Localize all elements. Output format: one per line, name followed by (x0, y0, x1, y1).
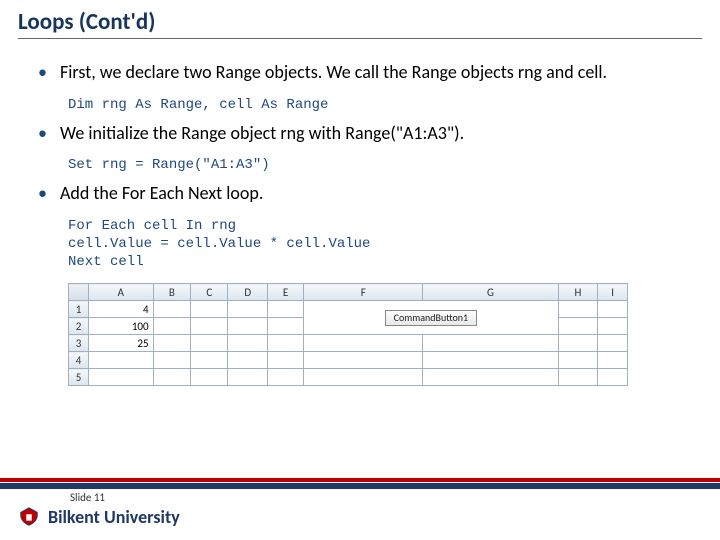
bullet-initialize: We initialize the Range object rng with … (38, 122, 692, 145)
university-name: Bilkent University (48, 506, 180, 528)
col-header: D (228, 284, 268, 301)
code-dim: Dim rng As Range, cell As Range (28, 90, 692, 122)
row-header: 1 (69, 301, 89, 318)
content-area: First, we declare two Range objects. We … (0, 43, 720, 386)
col-header: G (423, 284, 558, 301)
footer: Slide 11 Bilkent University (0, 478, 720, 540)
cell-a1: 4 (89, 301, 154, 318)
cell-a3: 25 (89, 335, 154, 352)
bullet-foreach: Add the For Each Next loop. (38, 182, 692, 205)
col-header: C (191, 284, 228, 301)
col-header: F (304, 284, 423, 301)
row-header: 3 (69, 335, 89, 352)
row-header: 4 (69, 352, 89, 369)
row-header: 2 (69, 318, 89, 335)
col-header: I (598, 284, 628, 301)
footer-stripe-red (0, 478, 720, 482)
command-button[interactable]: CommandButton1 (385, 310, 477, 327)
excel-corner (69, 284, 89, 301)
excel-grid: A B C D E F G H I 1 4 CommandButton1 2 1… (68, 283, 628, 386)
university-logo-icon (18, 506, 40, 528)
code-loop: For Each cell In rng cell.Value = cell.V… (28, 211, 692, 280)
code-set: Set rng = Range("A1:A3") (28, 150, 692, 182)
bullet-declare: First, we declare two Range objects. We … (38, 61, 692, 84)
row-header: 5 (69, 369, 89, 386)
slide-number: Slide 11 (0, 489, 720, 504)
col-header: B (153, 284, 191, 301)
col-header: E (268, 284, 304, 301)
col-header: H (558, 284, 598, 301)
title-divider (18, 38, 702, 39)
cell-a2: 100 (89, 318, 154, 335)
page-title: Loops (Cont'd) (18, 8, 702, 36)
col-header: A (89, 284, 154, 301)
